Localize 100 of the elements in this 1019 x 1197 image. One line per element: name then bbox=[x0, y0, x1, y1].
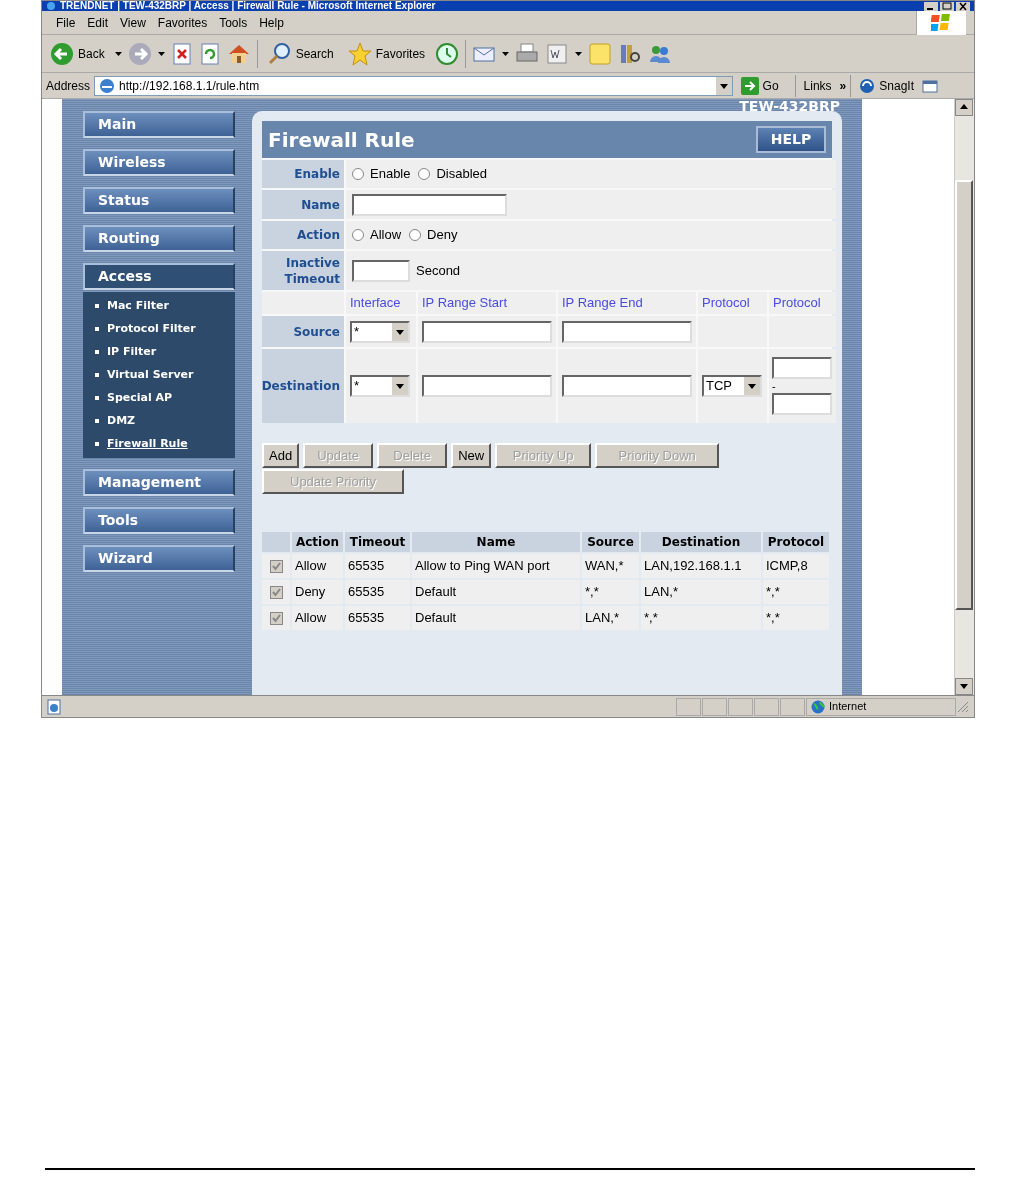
submenu-link[interactable]: Protocol Filter bbox=[107, 320, 196, 338]
address-label: Address bbox=[46, 77, 91, 95]
go-button[interactable]: Go bbox=[736, 76, 783, 95]
radio-option[interactable]: Deny bbox=[409, 225, 458, 245]
favorites-button[interactable]: Favorites bbox=[343, 41, 430, 66]
port-start-field[interactable] bbox=[772, 357, 832, 379]
help-button[interactable]: HELP bbox=[756, 126, 826, 153]
table-cell-text: LAN,192.168.1.1 bbox=[644, 557, 742, 576]
action-button[interactable]: New bbox=[451, 443, 492, 468]
submenu-link[interactable]: Virtual Server bbox=[107, 366, 194, 384]
port-end-field[interactable] bbox=[772, 393, 832, 415]
bullet-icon bbox=[95, 419, 99, 423]
history-icon[interactable] bbox=[435, 41, 460, 66]
maximize-icon[interactable] bbox=[940, 1, 954, 11]
table-cell-text: *,* bbox=[766, 609, 780, 628]
empty-header-cell bbox=[262, 532, 290, 552]
radio-button[interactable] bbox=[352, 168, 364, 180]
search-button[interactable]: Search bbox=[263, 41, 338, 66]
submenu-link[interactable]: Firewall Rule bbox=[107, 435, 188, 453]
table-cell-text: LAN,* bbox=[585, 609, 619, 628]
scroll-up-icon[interactable] bbox=[955, 99, 973, 116]
table-cell-text: 65535 bbox=[348, 609, 385, 628]
table-cell-text: Allow bbox=[295, 609, 327, 628]
menu-item[interactable]: Favorites bbox=[151, 13, 214, 32]
column-header: IP Range End bbox=[562, 294, 643, 313]
nav-button[interactable]: Wireless bbox=[83, 149, 235, 176]
table-cell-text: 65535 bbox=[348, 557, 385, 576]
table-cell-text: Default bbox=[415, 583, 457, 602]
status-pane bbox=[676, 697, 701, 716]
ip-start-field[interactable] bbox=[422, 320, 552, 343]
ip-end-field[interactable] bbox=[562, 320, 692, 343]
stop-icon[interactable] bbox=[170, 42, 193, 65]
column-header: Interface bbox=[350, 294, 401, 313]
dropdown-value: * bbox=[353, 322, 361, 341]
interface-dropdown[interactable]: * bbox=[350, 320, 410, 343]
refresh-icon[interactable] bbox=[198, 42, 221, 65]
nav-button[interactable]: Tools bbox=[83, 507, 235, 534]
nav-button[interactable]: Status bbox=[83, 187, 235, 214]
status-pane bbox=[754, 697, 779, 716]
menu-item[interactable]: View bbox=[114, 13, 152, 32]
nav-button[interactable]: Access bbox=[83, 263, 235, 290]
caret-icon[interactable] bbox=[157, 51, 165, 56]
field-label: Source bbox=[293, 323, 340, 340]
name-field[interactable] bbox=[352, 193, 507, 216]
scroll-thumb[interactable] bbox=[955, 180, 973, 610]
capture-window-icon[interactable] bbox=[922, 77, 938, 94]
nav-button[interactable]: Main bbox=[83, 111, 235, 138]
nav-button[interactable]: Wizard bbox=[83, 545, 235, 572]
back-button[interactable]: Back bbox=[46, 41, 109, 66]
column-header: Protocol bbox=[702, 294, 750, 313]
timeout-field[interactable] bbox=[352, 259, 410, 282]
radio-button[interactable] bbox=[409, 229, 422, 241]
table-cell-text: Deny bbox=[295, 583, 326, 602]
protocol-dropdown[interactable]: TCP bbox=[702, 375, 762, 397]
column-header: Protocol bbox=[773, 294, 821, 313]
radio-option[interactable]: Allow bbox=[352, 225, 402, 245]
submenu-link[interactable]: Special AP bbox=[107, 389, 173, 407]
scroll-down-icon[interactable] bbox=[955, 678, 973, 695]
submenu-link[interactable]: IP Filter bbox=[107, 343, 157, 361]
dropdown-value: TCP bbox=[705, 377, 733, 396]
nav-button[interactable]: Management bbox=[83, 469, 235, 496]
field-label: Destination bbox=[261, 378, 340, 394]
scrollbar[interactable] bbox=[954, 99, 974, 695]
table-cell-text: Allow to Ping WAN port bbox=[415, 557, 550, 576]
radio-button[interactable] bbox=[418, 168, 431, 180]
radio-button[interactable] bbox=[352, 229, 364, 241]
unit-label: Second bbox=[416, 261, 461, 280]
radio-option[interactable]: Disabled bbox=[418, 164, 488, 184]
interface-dropdown[interactable]: * bbox=[350, 375, 410, 397]
table-header: Source bbox=[587, 534, 634, 551]
browser-logo-icon bbox=[46, 1, 56, 11]
ip-start-field[interactable] bbox=[422, 375, 552, 397]
caret-icon[interactable] bbox=[575, 51, 583, 56]
menu-item[interactable]: Help bbox=[253, 13, 290, 32]
snagit-button[interactable]: SnagIt bbox=[855, 76, 918, 95]
close-icon[interactable] bbox=[956, 1, 970, 11]
nav-button[interactable]: Routing bbox=[83, 225, 235, 252]
links-label[interactable]: Links bbox=[799, 76, 836, 95]
menu-item[interactable]: File bbox=[50, 13, 82, 32]
caret-icon[interactable] bbox=[114, 51, 122, 56]
dropdown-value: * bbox=[353, 377, 361, 396]
field-label: Name bbox=[301, 196, 340, 213]
ip-end-field[interactable] bbox=[562, 375, 692, 397]
field-label: Enable bbox=[294, 166, 340, 182]
address-field[interactable]: http://192.168.1.1/rule.htm bbox=[94, 75, 733, 96]
chevron-text[interactable]: » bbox=[839, 76, 847, 95]
submenu-link[interactable]: DMZ bbox=[107, 412, 136, 430]
table-cell-text: *,* bbox=[644, 609, 658, 628]
table-cell-text: ICMP,8 bbox=[766, 557, 808, 576]
table-cell-text: *,* bbox=[766, 583, 780, 602]
caret-icon[interactable] bbox=[502, 51, 510, 56]
radio-option[interactable]: Enable bbox=[352, 164, 411, 184]
globe-icon bbox=[811, 699, 825, 714]
menu-item[interactable]: Edit bbox=[81, 13, 115, 32]
document-icon[interactable] bbox=[545, 41, 570, 66]
minimize-icon[interactable] bbox=[924, 1, 938, 11]
action-button[interactable]: Add bbox=[262, 443, 300, 468]
submenu-link[interactable]: Mac Filter bbox=[107, 297, 169, 315]
menu-item[interactable]: Tools bbox=[213, 13, 254, 32]
star-icon bbox=[347, 41, 372, 66]
